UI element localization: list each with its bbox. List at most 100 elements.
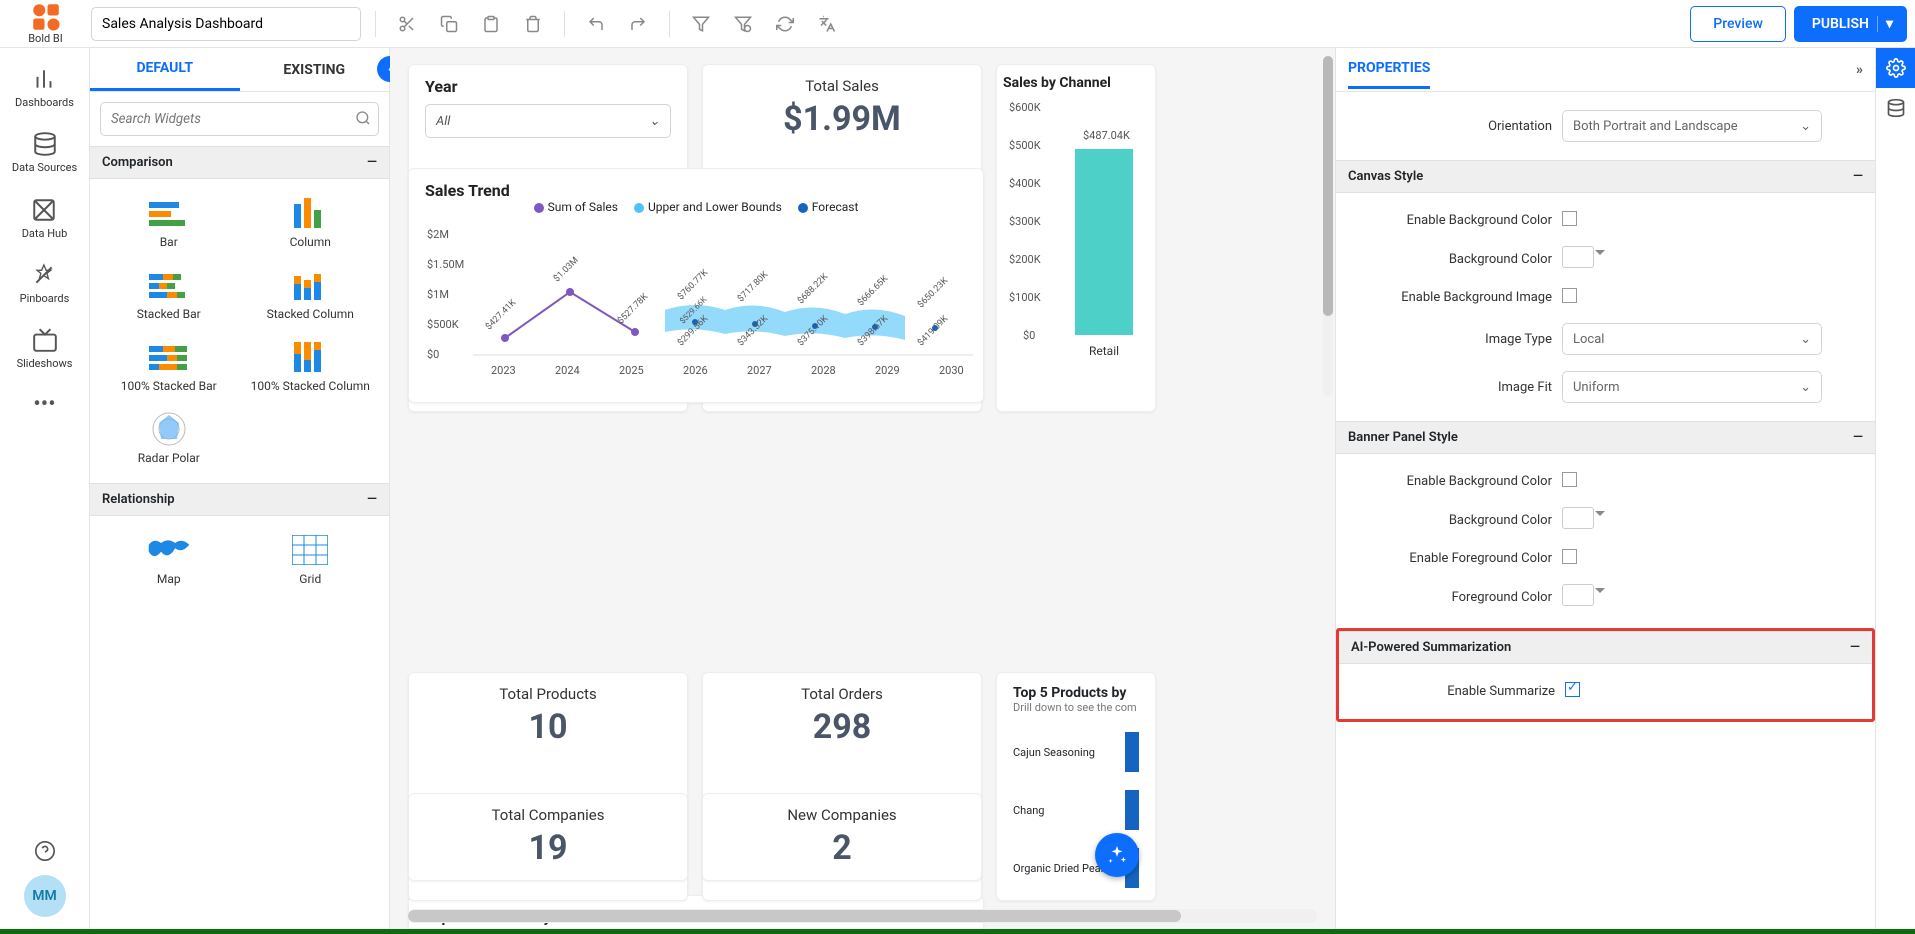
cut-button[interactable] — [390, 7, 424, 41]
nav-dashboards[interactable]: Dashboards — [15, 66, 74, 109]
translate-button[interactable] — [810, 7, 844, 41]
image-fit-select[interactable]: Uniform⌄ — [1562, 371, 1822, 403]
svg-text:$600K: $600K — [1009, 101, 1041, 114]
svg-text:$1.03M: $1.03M — [551, 255, 580, 284]
section-banner-style[interactable]: Banner Panel Style— — [1336, 421, 1875, 454]
svg-text:2025: 2025 — [619, 364, 644, 377]
category-label: Relationship — [102, 492, 175, 507]
minus-icon: — — [367, 155, 377, 170]
nav-label: Data Hub — [22, 227, 68, 240]
enable-bg-image-checkbox[interactable] — [1562, 288, 1577, 303]
properties-tab[interactable]: PROPERTIES — [1348, 60, 1430, 89]
chevron-down-icon: ⌄ — [649, 114, 660, 129]
new-companies-card[interactable]: New Companies2 — [702, 793, 982, 881]
section-ai-summarization[interactable]: AI-Powered Summarization— — [1339, 631, 1872, 664]
widget-stacked-column[interactable]: Stacked Column — [244, 269, 378, 321]
user-avatar[interactable]: MM — [24, 875, 66, 917]
copy-button[interactable] — [432, 7, 466, 41]
year-dropdown[interactable]: All⌄ — [425, 104, 671, 138]
widget-map[interactable]: Map — [102, 534, 236, 586]
more-icon: ••• — [33, 392, 55, 417]
nav-slideshows[interactable]: Slideshows — [17, 327, 73, 370]
banner-fg-color-checkbox[interactable] — [1562, 549, 1577, 564]
nav-more[interactable]: ••• — [33, 392, 55, 417]
banner-fg-swatch[interactable] — [1562, 584, 1594, 606]
widget-stacked-bar[interactable]: Stacked Bar — [102, 269, 236, 321]
chart-icon — [31, 66, 57, 92]
sales-trend-card[interactable]: Sales Trend Sum of Sales Upper and Lower… — [408, 168, 984, 403]
orientation-select[interactable]: Both Portrait and Landscape⌄ — [1562, 110, 1822, 142]
image-type-select[interactable]: Local⌄ — [1562, 323, 1822, 355]
bg-color-swatch[interactable] — [1562, 246, 1594, 268]
expand-icon[interactable]: » — [1856, 62, 1863, 78]
banner-bg-swatch[interactable] — [1562, 507, 1594, 529]
svg-text:$427.41K: $427.41K — [483, 297, 518, 332]
svg-text:2027: 2027 — [747, 364, 772, 377]
widget-grid[interactable]: Grid — [244, 534, 378, 586]
widget-100-stacked-column[interactable]: 100% Stacked Column — [244, 341, 378, 393]
widget-bar[interactable]: Bar — [102, 197, 236, 249]
nav-data-hub[interactable]: Data Hub — [22, 196, 68, 239]
publish-button[interactable]: PUBLISH▾ — [1794, 6, 1907, 42]
redo-button[interactable] — [621, 7, 655, 41]
nav-label: Data Sources — [12, 161, 77, 174]
svg-text:2023: 2023 — [491, 364, 516, 377]
paste-button[interactable] — [474, 7, 508, 41]
svg-text:2030: 2030 — [939, 364, 964, 377]
svg-text:2028: 2028 — [811, 364, 836, 377]
prop-label: Enable Background Color — [1352, 474, 1552, 489]
card-title: Year — [425, 77, 671, 96]
sales-by-channel-chart: $600K $500K $400K $300K $200K $100K $0 $… — [1003, 91, 1153, 401]
delete-button[interactable] — [516, 7, 550, 41]
ai-assist-fab[interactable] — [1095, 833, 1139, 877]
properties-panel: PROPERTIES » Orientation Both Portrait a… — [1335, 48, 1915, 929]
widget-100-stacked-bar[interactable]: 100% Stacked Bar — [102, 341, 236, 393]
filter-settings-button[interactable] — [726, 7, 760, 41]
sales-by-channel-card[interactable]: Sales by Channel $600K $500K $400K $300K… — [996, 64, 1156, 412]
nav-pinboards[interactable]: Pinboards — [20, 262, 70, 305]
enable-bg-color-checkbox[interactable] — [1562, 211, 1577, 226]
undo-button[interactable] — [579, 7, 613, 41]
widget-search — [100, 102, 379, 136]
svg-text:$300K: $300K — [1009, 215, 1041, 228]
settings-tab-button[interactable] — [1876, 48, 1915, 88]
category-relationship[interactable]: Relationship — — [90, 483, 389, 516]
total-companies-card[interactable]: Total Companies19 — [408, 793, 688, 881]
refresh-button[interactable] — [768, 7, 802, 41]
tab-existing[interactable]: EXISTING — [240, 48, 390, 91]
svg-text:$487.04K: $487.04K — [1083, 129, 1130, 142]
data-tab-button[interactable] — [1876, 88, 1915, 128]
nav-label: Slideshows — [17, 357, 73, 370]
nav-label: Pinboards — [20, 292, 70, 305]
app-logo: Bold BI — [8, 2, 83, 45]
preview-button[interactable]: Preview — [1690, 6, 1786, 42]
prop-label: Orientation — [1352, 119, 1552, 134]
category-comparison[interactable]: Comparison — — [90, 146, 389, 179]
svg-text:$0: $0 — [1023, 329, 1035, 342]
widget-radar-polar[interactable]: Radar Polar — [102, 413, 236, 465]
svg-text:$2M: $2M — [427, 228, 449, 241]
widget-column[interactable]: Column — [244, 197, 378, 249]
svg-text:$527.78K: $527.78K — [615, 291, 650, 326]
widget-search-input[interactable] — [100, 102, 379, 136]
nav-data-sources[interactable]: Data Sources — [12, 131, 77, 174]
help-button[interactable] — [34, 838, 56, 863]
enable-summarize-checkbox[interactable] — [1565, 682, 1580, 697]
prop-label: Enable Background Image — [1352, 290, 1552, 305]
widget-panel: DEFAULT EXISTING ‹ Comparison — Bar Colu… — [90, 48, 390, 929]
svg-text:$100K: $100K — [1009, 291, 1041, 304]
dashboard-title-input[interactable] — [91, 7, 361, 41]
banner-bg-color-checkbox[interactable] — [1562, 472, 1577, 487]
orientation-row: Orientation Both Portrait and Landscape⌄ — [1352, 102, 1859, 150]
svg-text:$717.80K: $717.80K — [735, 269, 770, 304]
svg-text:$0: $0 — [427, 348, 439, 361]
card-title: Sales Trend — [425, 181, 967, 200]
section-canvas-style[interactable]: Canvas Style— — [1336, 160, 1875, 193]
canvas-vertical-scrollbar[interactable] — [1323, 56, 1333, 396]
nav-label: Dashboards — [15, 96, 74, 109]
tab-default[interactable]: DEFAULT — [90, 48, 240, 91]
canvas-horizontal-scrollbar[interactable] — [408, 909, 1317, 923]
widget-panel-tabs: DEFAULT EXISTING ‹ — [90, 48, 389, 92]
filter-button[interactable] — [684, 7, 718, 41]
svg-text:2026: 2026 — [683, 364, 708, 377]
